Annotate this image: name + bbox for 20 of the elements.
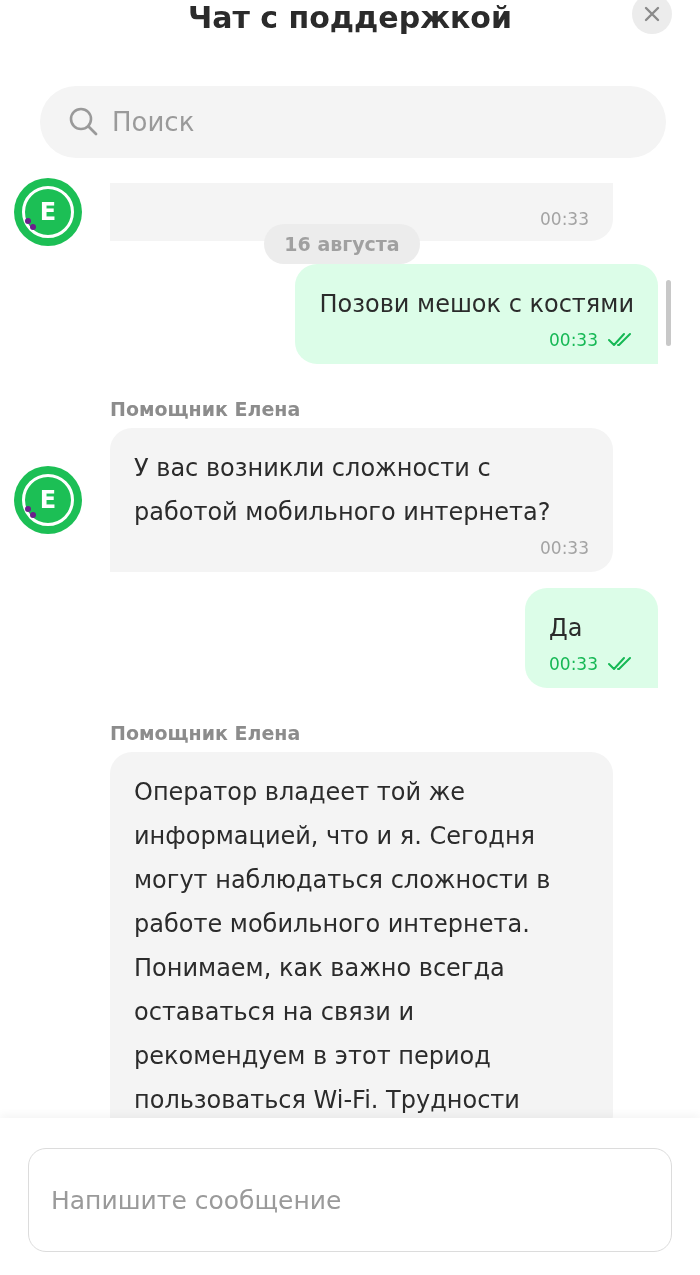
date-chip: 16 августа: [264, 224, 420, 264]
close-button[interactable]: [632, 0, 672, 34]
message-time: 00:33: [549, 654, 598, 674]
scrollbar[interactable]: [666, 280, 671, 346]
search-field[interactable]: Поиск: [40, 86, 666, 158]
assistant-avatar: E: [14, 466, 82, 534]
sender-name: Помощник Елена: [110, 722, 302, 744]
sender-name: Помощник Елена: [110, 398, 302, 420]
search-icon: [68, 106, 100, 138]
message-text: У вас возникли сложности с работой мобильного интернета?: [134, 453, 552, 528]
assistant-avatar: E: [14, 178, 82, 246]
message-text: Да: [549, 613, 584, 644]
message-time: 00:33: [540, 538, 589, 558]
message-text: Оператор владеет той же информацией, что и я. Сегодня могут наблюдаться сложности в работе мобильного интернета. Понимаем, как важно всегда оставаться на связи и рекомендуем в этот период пользоваться Wi-Fi. Трудности: [134, 777, 552, 1116]
chat-title: Чат с поддержкой: [187, 0, 513, 36]
message-input[interactable]: Напишите сообщение: [28, 1148, 672, 1252]
message-time: 00:33: [549, 330, 598, 350]
message-time: 00:33: [540, 209, 589, 229]
close-icon: [644, 6, 660, 22]
message-text: Позови мешок с костями: [319, 289, 634, 320]
